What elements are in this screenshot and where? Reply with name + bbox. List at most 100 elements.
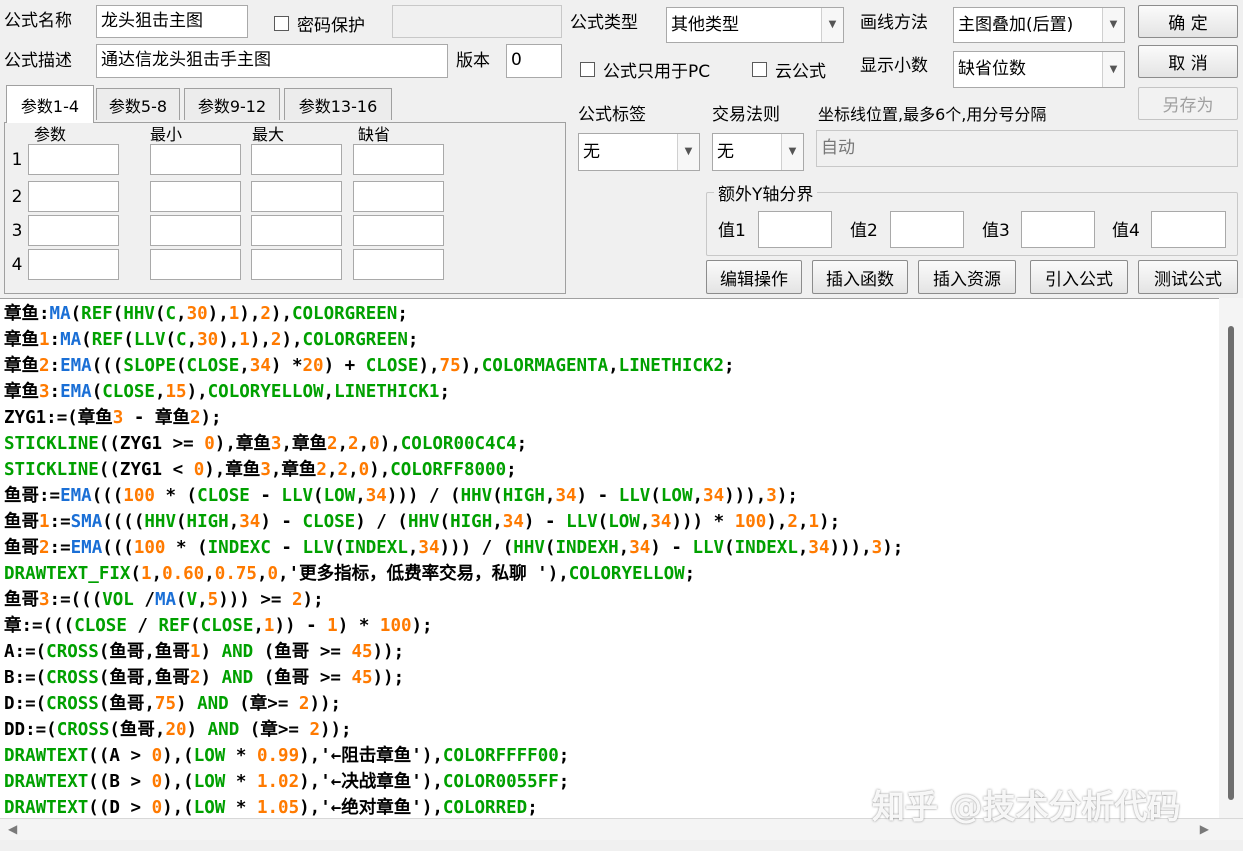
version-label: 版本 [456, 51, 490, 71]
value3-label: 值3 [982, 221, 1010, 241]
formula-type-select[interactable]: 其他类型 ▼ [666, 7, 844, 43]
value2-input[interactable] [890, 211, 964, 248]
code-line: 章:=(((CLOSE / REF(CLOSE,1)) - 1) * 100); [4, 616, 433, 636]
extra-y-axis-legend: 额外Y轴分界 [714, 180, 818, 205]
pc-only-checkbox[interactable]: 公式只用于PC [580, 57, 710, 82]
pc-only-checkbox-box[interactable] [580, 62, 595, 77]
draw-method-value: 主图叠加(后置) [958, 15, 1074, 35]
param-cell-input[interactable] [150, 144, 241, 175]
cloud-formula-checkbox[interactable]: 云公式 [752, 57, 826, 82]
value1-input[interactable] [758, 211, 832, 248]
code-line: B:=(CROSS(鱼哥,鱼哥2) AND (鱼哥 >= 45)); [4, 668, 405, 688]
code-line: DRAWTEXT((A > 0),(LOW * 0.99),'←阻击章鱼'),C… [4, 746, 570, 766]
axis-lines-input[interactable]: 自动 [816, 130, 1238, 167]
cancel-button[interactable]: 取 消 [1138, 45, 1238, 78]
chevron-down-icon[interactable]: ▼ [1102, 8, 1124, 42]
param-cell-input[interactable] [353, 249, 444, 280]
password-protect-label: 密码保护 [297, 16, 365, 36]
code-line: DRAWTEXT_FIX(1,0.60,0.75,0,'更多指标，低费率交易，私… [4, 564, 696, 584]
draw-method-label: 画线方法 [860, 13, 928, 33]
value4-label: 值4 [1112, 221, 1140, 241]
param-cell-input[interactable] [353, 181, 444, 212]
tab-params-1-4[interactable]: 参数1-4 [6, 85, 94, 123]
test-formula-button[interactable]: 测试公式 [1138, 260, 1238, 294]
password-protect-checkbox[interactable]: 密码保护 [274, 11, 365, 36]
chevron-down-icon[interactable]: ▼ [821, 8, 843, 42]
trade-rule-label: 交易法则 [712, 105, 780, 125]
code-line: 章鱼3:EMA(CLOSE,15),COLORYELLOW,LINETHICK1… [4, 382, 450, 402]
version-input[interactable]: 0 [506, 44, 562, 78]
value3-input[interactable] [1021, 211, 1095, 248]
trade-rule-select[interactable]: 无 ▼ [712, 133, 804, 171]
password-checkbox-box[interactable] [274, 16, 289, 31]
formula-tag-value: 无 [583, 142, 600, 162]
code-line: 章鱼1:MA(REF(LLV(C,30),1),2),COLORGREEN; [4, 330, 419, 350]
watermark: 知乎 @技术分析代码 [872, 787, 1181, 826]
formula-desc-input[interactable]: 通达信龙头狙击手主图 [96, 44, 448, 78]
axis-lines-label: 坐标线位置,最多6个,用分号分隔 [818, 105, 1047, 124]
decimals-select[interactable]: 缺省位数 ▼ [953, 51, 1125, 88]
param-cell-input[interactable] [353, 215, 444, 246]
param-cell-input[interactable] [251, 144, 342, 175]
import-formula-button[interactable]: 引入公式 [1030, 260, 1128, 294]
formula-name-input[interactable]: 龙头狙击主图 [96, 5, 248, 38]
param-header-default: 缺省 [358, 125, 391, 144]
tab-params-5-8[interactable]: 参数5-8 [96, 88, 180, 120]
param-cell-input[interactable] [28, 144, 119, 175]
insert-resource-button[interactable]: 插入资源 [918, 260, 1016, 294]
edit-ops-button[interactable]: 编辑操作 [706, 260, 802, 294]
formula-tag-label: 公式标签 [578, 105, 646, 125]
tab-params-13-16[interactable]: 参数13-16 [284, 88, 392, 120]
save-as-button[interactable]: 另存为 [1138, 87, 1238, 120]
param-cell-input[interactable] [353, 144, 444, 175]
tab-params-9-12[interactable]: 参数9-12 [184, 88, 280, 120]
code-line: A:=(CROSS(鱼哥,鱼哥1) AND (鱼哥 >= 45)); [4, 642, 405, 662]
param-cell-input[interactable] [150, 181, 241, 212]
code-line: DD:=(CROSS(鱼哥,20) AND (章>= 2)); [4, 720, 352, 740]
formula-code-editor[interactable]: 章鱼:MA(REF(HHV(C,30),1),2),COLORGREEN; 章鱼1… [0, 298, 1243, 818]
draw-method-select[interactable]: 主图叠加(后置) ▼ [953, 7, 1125, 43]
param-row-number: 1 [11, 150, 23, 170]
code-line: 鱼哥3:=(((VOL /MA(V,5))) >= 2); [4, 590, 324, 610]
confirm-button[interactable]: 确 定 [1138, 5, 1238, 38]
param-cell-input[interactable] [28, 215, 119, 246]
param-row-number: 2 [11, 187, 23, 207]
chevron-down-icon[interactable]: ▼ [1102, 52, 1124, 87]
insert-function-button[interactable]: 插入函数 [812, 260, 908, 294]
param-row-number: 3 [11, 221, 23, 241]
param-header-min: 最小 [150, 125, 183, 144]
code-lines: 章鱼:MA(REF(HHV(C,30),1),2),COLORGREEN; 章鱼1… [4, 301, 1215, 818]
code-line: 章鱼:MA(REF(HHV(C,30),1),2),COLORGREEN; [4, 304, 408, 324]
param-header-max: 最大 [252, 125, 285, 144]
value2-label: 值2 [850, 221, 878, 241]
code-line: 鱼哥:=EMA(((100 * (CLOSE - LLV(LOW,34))) /… [4, 486, 798, 506]
cloud-checkbox-box[interactable] [752, 62, 767, 77]
param-cell-input[interactable] [150, 215, 241, 246]
vertical-scroll-thumb[interactable] [1228, 326, 1234, 800]
param-cell-input[interactable] [28, 249, 119, 280]
param-cell-input[interactable] [251, 181, 342, 212]
chevron-down-icon[interactable]: ▼ [677, 134, 699, 170]
param-cell-input[interactable] [251, 215, 342, 246]
value4-input[interactable] [1151, 211, 1226, 248]
formula-desc-label: 公式描述 [4, 51, 72, 71]
param-cell-input[interactable] [28, 181, 119, 212]
formula-type-value: 其他类型 [671, 15, 739, 35]
code-line: ZYG1:=(章鱼3 - 章鱼2); [4, 408, 222, 428]
formula-type-label: 公式类型 [570, 13, 638, 33]
code-line: STICKLINE((ZYG1 >= 0),章鱼3,章鱼2,2,0),COLOR… [4, 434, 528, 454]
code-line: 鱼哥1:=SMA((((HHV(HIGH,34) - CLOSE) / (HHV… [4, 512, 841, 532]
code-line: STICKLINE((ZYG1 < 0),章鱼3,章鱼2,2,0),COLORF… [4, 460, 517, 480]
param-cell-input[interactable] [251, 249, 342, 280]
formula-tag-select[interactable]: 无 ▼ [578, 133, 700, 171]
decimals-value: 缺省位数 [958, 59, 1026, 79]
param-row-number: 4 [11, 255, 23, 275]
scroll-left-icon[interactable]: ◀ [8, 822, 17, 836]
chevron-down-icon[interactable]: ▼ [781, 134, 803, 170]
code-line: 鱼哥2:=EMA(((100 * (INDEXC - LLV(INDEXL,34… [4, 538, 904, 558]
scroll-right-icon[interactable]: ▶ [1200, 822, 1209, 836]
value1-label: 值1 [718, 221, 746, 241]
code-line: 章鱼2:EMA(((SLOPE(CLOSE,34) *20) + CLOSE),… [4, 356, 735, 376]
password-input[interactable] [392, 5, 562, 38]
param-cell-input[interactable] [150, 249, 241, 280]
